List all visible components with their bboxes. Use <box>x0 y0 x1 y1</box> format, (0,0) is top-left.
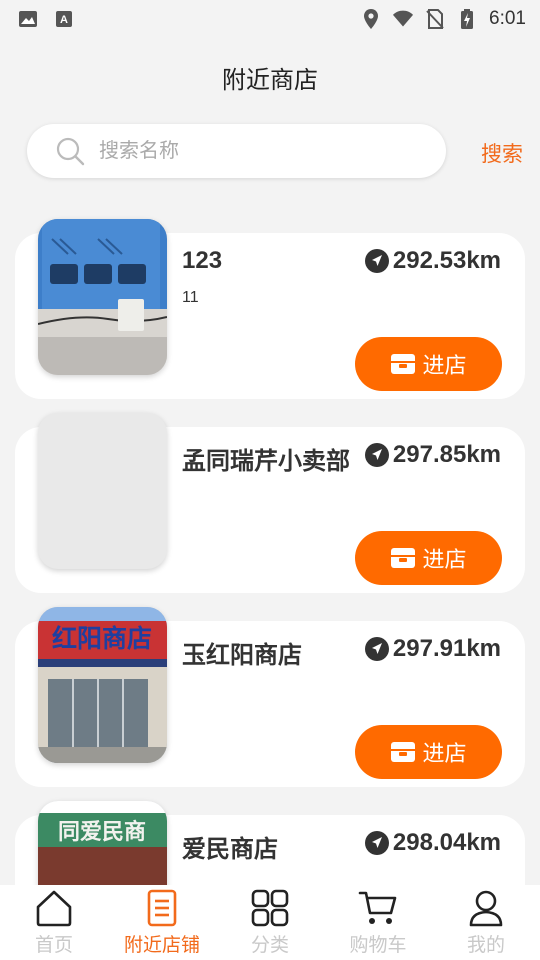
enter-store-label: 进店 <box>422 547 467 572</box>
battery-charging-icon <box>457 9 477 29</box>
navigation-arrow-icon <box>364 249 389 273</box>
store-distance: 297.91km <box>364 635 501 663</box>
nav-cart-label: 购物车 <box>349 935 407 956</box>
search-button[interactable]: 搜索 <box>481 138 523 168</box>
store-list-icon <box>142 888 182 928</box>
search-input[interactable] <box>99 139 399 163</box>
bottom-nav: 首页 附近店铺 分类 购物车 我的 <box>0 885 540 960</box>
store-photo <box>38 219 167 375</box>
status-bar: A 6:01 <box>0 0 540 38</box>
navigation-arrow-icon <box>364 831 389 855</box>
enter-store-label: 进店 <box>422 353 467 378</box>
distance-text: 292.53km <box>392 247 501 274</box>
svg-text:A: A <box>60 14 68 26</box>
store-name: 孟同瑞芹小卖部 <box>182 448 350 475</box>
enter-store-button[interactable]: 进店 <box>355 337 502 391</box>
distance-text: 298.04km <box>392 829 501 856</box>
store-photo-placeholder <box>38 413 167 569</box>
storefront-sign-text: 红阳商店 <box>52 624 152 653</box>
home-icon <box>34 888 74 928</box>
profile-icon <box>466 888 506 928</box>
store-distance: 292.53km <box>364 247 501 275</box>
nav-category[interactable]: 分类 <box>216 885 324 960</box>
store-box-icon <box>390 353 416 375</box>
navigation-arrow-icon <box>364 637 389 661</box>
font-notification-icon: A <box>54 9 74 29</box>
store-distance: 297.85km <box>364 441 501 469</box>
nav-home[interactable]: 首页 <box>0 885 108 960</box>
gallery-notification-icon <box>18 9 38 29</box>
nav-profile-label: 我的 <box>466 935 505 956</box>
store-subtitle: 11 <box>182 289 199 306</box>
status-time: 6:01 <box>489 8 526 29</box>
store-box-icon <box>390 547 416 569</box>
nav-profile[interactable]: 我的 <box>432 885 540 960</box>
store-distance: 298.04km <box>364 829 501 857</box>
search-bar[interactable] <box>27 124 446 178</box>
nav-nearby-stores[interactable]: 附近店铺 <box>108 885 216 960</box>
store-name: 123 <box>182 247 223 274</box>
storefront-sign-text: 同爱民商 <box>58 819 146 845</box>
store-photo: 红阳商店 <box>38 607 167 763</box>
store-card[interactable]: 红阳商店 玉红阳商店 297.91km 进店 <box>15 607 525 787</box>
no-sim-icon <box>425 9 445 29</box>
store-name: 玉红阳商店 <box>182 642 302 669</box>
enter-store-button[interactable]: 进店 <box>355 725 502 779</box>
enter-store-label: 进店 <box>422 741 467 766</box>
category-grid-icon <box>250 888 290 928</box>
nav-home-label: 首页 <box>34 935 73 956</box>
nav-nearby-stores-label: 附近店铺 <box>123 935 200 956</box>
nav-cart[interactable]: 购物车 <box>324 885 432 960</box>
location-icon <box>361 9 381 29</box>
nav-category-label: 分类 <box>250 935 289 956</box>
navigation-arrow-icon <box>364 443 389 467</box>
page-title: 附近商店 <box>222 67 318 94</box>
distance-text: 297.91km <box>392 635 501 662</box>
wifi-icon <box>393 9 414 29</box>
store-card[interactable]: 孟同瑞芹小卖部 297.85km 进店 <box>15 413 525 593</box>
store-name: 爱民商店 <box>182 836 278 863</box>
store-card[interactable]: 123 11 292.53km 进店 <box>15 219 525 399</box>
cart-icon <box>358 888 398 928</box>
store-box-icon <box>390 741 416 763</box>
enter-store-button[interactable]: 进店 <box>355 531 502 585</box>
search-icon <box>55 136 85 166</box>
distance-text: 297.85km <box>392 441 501 468</box>
